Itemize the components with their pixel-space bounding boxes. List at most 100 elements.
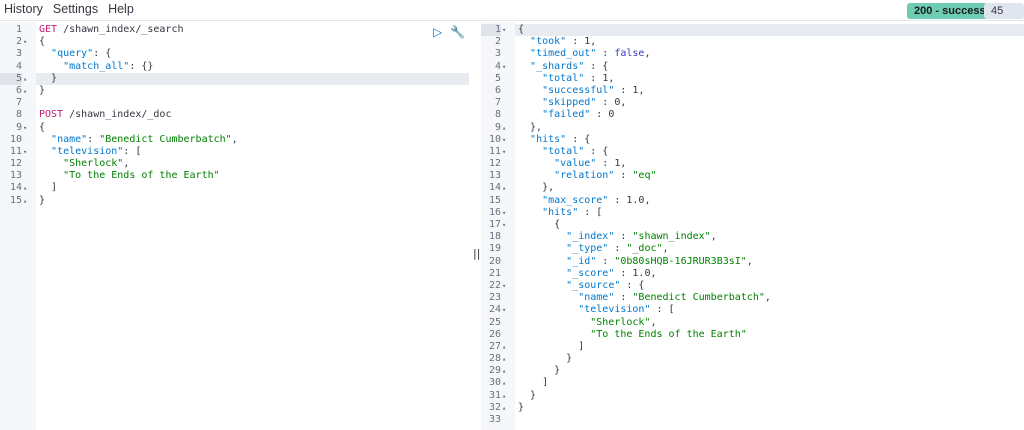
response-line: 7 "skipped" : 0, bbox=[495, 97, 1024, 109]
line-text: "successful" : 1, bbox=[518, 85, 644, 97]
token-p: : [ bbox=[123, 145, 142, 157]
line-text: } bbox=[518, 402, 524, 414]
line-number: 3 bbox=[494, 48, 501, 60]
resize-handle-icon[interactable]: || bbox=[473, 247, 480, 260]
fold-end-icon[interactable]: ▴ bbox=[502, 377, 506, 389]
line-text: "match_all": {} bbox=[39, 61, 153, 73]
request-line: 5 ▴ } bbox=[0, 72, 469, 85]
line-number: 16 bbox=[488, 206, 501, 218]
pane-divider[interactable]: || bbox=[469, 22, 481, 430]
token-p bbox=[518, 48, 530, 59]
token-p: : bbox=[614, 267, 633, 279]
token-p: , bbox=[590, 36, 597, 48]
response-code: 1 ▾{2 "took" : 1, 3 "timed_out" : false, 4 ▾… bbox=[481, 24, 1024, 426]
settings-menu-item[interactable]: Settings bbox=[53, 2, 98, 16]
token-p: : bbox=[584, 72, 603, 84]
fold-collapse-icon[interactable]: ▾ bbox=[502, 61, 506, 73]
request-line: 6 ▴} bbox=[16, 85, 469, 97]
request-editor[interactable]: 1 GET /shawn_index/_search 2 ▾{3 "query": {… bbox=[0, 22, 469, 430]
fold-end-icon[interactable]: ▴ bbox=[23, 85, 27, 97]
token-p bbox=[518, 134, 530, 145]
response-line: 23 "name" : "Benedict Cumberbatch", bbox=[489, 292, 1024, 304]
line-text: "To the Ends of the Earth" bbox=[518, 329, 747, 341]
fold-collapse-icon[interactable]: ▾ bbox=[502, 280, 506, 292]
history-menu-item[interactable]: History bbox=[4, 2, 43, 16]
line-text: { bbox=[518, 219, 560, 231]
line-text: { bbox=[518, 24, 524, 36]
token-p: : bbox=[614, 231, 633, 243]
token-p: { bbox=[39, 36, 46, 48]
token-p bbox=[39, 61, 63, 72]
line-number: 7 bbox=[15, 97, 22, 109]
line-number: 12 bbox=[488, 158, 501, 170]
response-line: 6 "successful" : 1, bbox=[495, 85, 1024, 97]
line-text: { bbox=[39, 36, 45, 48]
line-number: 10 bbox=[9, 133, 22, 145]
token-p: , bbox=[650, 267, 657, 279]
request-line: 12 "Sherlock", bbox=[10, 158, 469, 170]
fold-end-icon[interactable]: ▴ bbox=[502, 390, 506, 402]
fold-collapse-icon[interactable]: ▾ bbox=[502, 304, 506, 316]
fold-end-icon[interactable]: ▴ bbox=[502, 182, 506, 194]
fold-end-icon[interactable]: ▴ bbox=[502, 341, 506, 353]
fold-collapse-icon[interactable]: ▾ bbox=[502, 207, 506, 219]
line-text: "failed" : 0 bbox=[518, 109, 614, 121]
fold-collapse-icon[interactable]: ▾ bbox=[502, 24, 506, 36]
fold-collapse-icon[interactable]: ▾ bbox=[23, 146, 27, 158]
line-text: "max_score" : 1.0, bbox=[518, 195, 650, 207]
line-text: "took" : 1, bbox=[518, 36, 596, 48]
token-p bbox=[39, 170, 63, 181]
token-p bbox=[518, 146, 542, 157]
token-p: : bbox=[596, 48, 615, 60]
request-line: 14 ▴ ] bbox=[10, 182, 469, 194]
token-p: , bbox=[746, 255, 753, 267]
token-num: 1.0 bbox=[632, 267, 651, 279]
wrench-icon[interactable]: 🔧 bbox=[450, 25, 465, 39]
token-key: "_shards" bbox=[530, 60, 585, 72]
token-p bbox=[518, 61, 530, 72]
fold-end-icon[interactable]: ▴ bbox=[23, 73, 27, 85]
line-number: 2 bbox=[494, 36, 501, 48]
fold-end-icon[interactable]: ▴ bbox=[23, 195, 27, 207]
token-p: : bbox=[87, 133, 100, 145]
line-text: { bbox=[39, 122, 45, 134]
line-number: 5 bbox=[0, 72, 22, 85]
request-code[interactable]: 1 GET /shawn_index/_search 2 ▾{3 "query": {… bbox=[0, 24, 469, 207]
line-text: } bbox=[39, 85, 45, 97]
fold-end-icon[interactable]: ▴ bbox=[502, 122, 506, 134]
line-text: "_id" : "0b80sHQB-16JRUR3B3sI", bbox=[518, 256, 753, 268]
line-text: "To the Ends of the Earth" bbox=[39, 170, 220, 182]
help-menu-item[interactable]: Help bbox=[108, 2, 134, 16]
line-text: "_index" : "shawn_index", bbox=[518, 231, 717, 243]
fold-collapse-icon[interactable]: ▾ bbox=[23, 36, 27, 48]
token-str: "Sherlock" bbox=[590, 316, 651, 328]
response-line: 25 "Sherlock", bbox=[489, 316, 1024, 329]
fold-collapse-icon[interactable]: ▾ bbox=[23, 122, 27, 134]
fold-collapse-icon[interactable]: ▾ bbox=[502, 219, 506, 231]
token-p: : [ bbox=[578, 206, 603, 218]
token-p: { bbox=[39, 121, 46, 133]
fold-end-icon[interactable]: ▴ bbox=[502, 402, 506, 414]
line-text: }, bbox=[518, 122, 542, 134]
line-text: "_score" : 1.0, bbox=[518, 267, 657, 280]
fold-collapse-icon[interactable]: ▾ bbox=[502, 134, 506, 146]
request-line: 13 "To the Ends of the Earth" bbox=[10, 170, 469, 182]
token-p: } bbox=[39, 194, 46, 206]
line-text: "Sherlock", bbox=[39, 158, 129, 170]
token-p: }, bbox=[518, 182, 555, 194]
token-key: "_score" bbox=[566, 267, 615, 279]
line-number: 3 bbox=[15, 48, 22, 60]
response-viewer[interactable]: 1 ▾{2 "took" : 1, 3 "timed_out" : false, 4 ▾… bbox=[481, 22, 1024, 430]
fold-end-icon[interactable]: ▴ bbox=[502, 365, 506, 377]
line-number: 10 bbox=[488, 133, 501, 145]
response-line: 33 bbox=[489, 414, 1024, 426]
token-p: { bbox=[518, 219, 561, 230]
line-text: "_source" : { bbox=[518, 280, 644, 292]
line-number: 4 bbox=[494, 60, 501, 72]
token-key: "total" bbox=[542, 145, 585, 157]
fold-end-icon[interactable]: ▴ bbox=[23, 182, 27, 194]
play-icon[interactable]: ▷ bbox=[433, 25, 442, 39]
fold-collapse-icon[interactable]: ▾ bbox=[502, 146, 506, 158]
fold-end-icon[interactable]: ▴ bbox=[502, 353, 506, 365]
token-p: : { bbox=[620, 279, 645, 291]
